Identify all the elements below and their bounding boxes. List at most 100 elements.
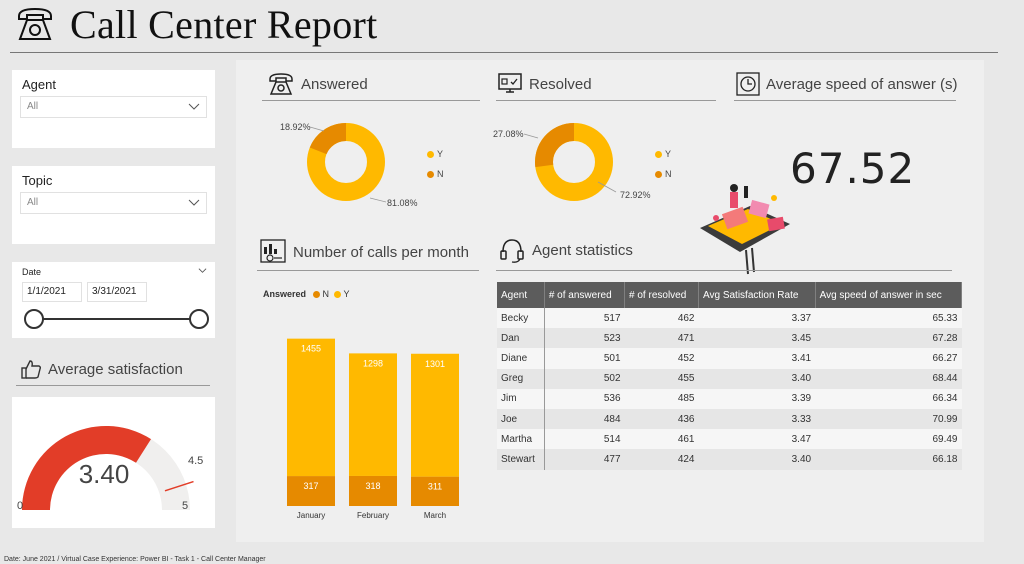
table-cell: 69.49: [815, 429, 962, 450]
bar-label-y-january: 1455: [301, 344, 321, 354]
monitor-check-icon: [498, 73, 522, 93]
topic-dropdown[interactable]: All: [20, 192, 207, 214]
table-cell: 3.41: [698, 348, 816, 369]
bar-label-y-march: 1301: [425, 359, 445, 369]
agent-stats-rule: [496, 270, 952, 271]
satisfaction-gauge-card: 3.40 0 5 4.5: [12, 397, 215, 528]
bar-y-february[interactable]: [349, 353, 397, 476]
resolved-legend-y: Y: [655, 149, 671, 159]
column-header[interactable]: Agent: [497, 282, 545, 308]
column-header[interactable]: Avg Satisfaction Rate: [698, 282, 816, 308]
chevron-down-icon: [188, 199, 200, 206]
answered-pct-small: 18.92%: [280, 122, 311, 132]
gauge-min-label: 0: [17, 500, 24, 512]
gauge-max-label: 5: [182, 500, 189, 512]
page-title: Call Center Report: [70, 1, 378, 47]
resolved-title-text: Resolved: [529, 75, 592, 93]
table-cell: 517: [544, 308, 625, 329]
bar-label-y-february: 1298: [363, 358, 383, 368]
table-cell: 3.45: [698, 328, 816, 349]
footer-note: Date: June 2021 / Virtual Case Experienc…: [4, 556, 266, 563]
thumbs-up-icon: [21, 360, 42, 379]
agent-name-cell: Stewart: [497, 449, 545, 470]
table-row[interactable]: Martha 514 461 3.47 69.49: [497, 429, 962, 450]
table-row[interactable]: Stewart 477 424 3.40 66.18: [497, 449, 962, 470]
speed-rule: [734, 100, 956, 101]
table-cell: 3.40: [698, 449, 816, 470]
table-row[interactable]: Greg 502 455 3.40 68.44: [497, 368, 962, 389]
topic-slicer-label: Topic: [22, 173, 53, 188]
bar-y-january[interactable]: [287, 338, 335, 477]
agent-slicer-label: Agent: [22, 77, 56, 92]
answered-legend-y: Y: [427, 149, 443, 159]
speed-kpi-value: 67.52: [790, 144, 916, 193]
table-cell: 66.18: [815, 449, 962, 470]
call-center-illustration: [700, 184, 790, 275]
table-cell: 462: [624, 308, 699, 329]
speed-title-text: Average speed of answer (s): [766, 75, 958, 93]
table-cell: 70.99: [815, 408, 962, 430]
agent-name-cell: Joe: [497, 408, 545, 430]
table-row[interactable]: Dan 523 471 3.45 67.28: [497, 328, 962, 349]
date-slider-start-handle[interactable]: [24, 309, 44, 329]
start-date-input[interactable]: 1/1/2021: [22, 282, 82, 302]
title-divider: [10, 52, 998, 53]
date-slicer: Date 1/1/2021 3/31/2021: [12, 262, 215, 338]
table-cell: 477: [544, 449, 625, 470]
column-header[interactable]: # of resolved: [624, 282, 699, 308]
resolved-title: Resolved: [497, 72, 592, 96]
table-row[interactable]: Joe 484 436 3.33 70.99: [497, 408, 962, 430]
date-slider-end-handle[interactable]: [189, 309, 209, 329]
agent-name-cell: Dan: [497, 328, 545, 349]
table-row[interactable]: Jim 536 485 3.39 66.34: [497, 388, 962, 409]
table-cell: 3.37: [698, 308, 816, 329]
bar-label-n-march: 311: [428, 482, 442, 492]
agent-slicer: Agent All: [12, 70, 215, 148]
report-header: Call Center Report: [14, 0, 378, 48]
bar-y-march[interactable]: [411, 353, 459, 477]
column-header[interactable]: # of answered: [544, 282, 626, 308]
table-cell: 501: [544, 348, 625, 369]
bar-label-n-january: 317: [303, 481, 318, 491]
answered-rule: [262, 100, 480, 101]
table-cell: 436: [624, 408, 699, 430]
report-magnifier-icon: [260, 239, 286, 263]
agent-stats-table-wrap: Agent # of answered # of resolved Avg Satis…: [497, 282, 963, 470]
table-cell: 536: [544, 388, 625, 409]
agent-name-cell: Becky: [497, 308, 545, 329]
agent-name-cell: Greg: [497, 368, 545, 389]
resolved-legend-n: N: [655, 169, 672, 179]
agent-dropdown[interactable]: All: [20, 96, 207, 118]
end-date-input[interactable]: 3/31/2021: [87, 282, 147, 302]
satisfaction-title: Average satisfaction: [20, 358, 183, 380]
table-cell: 65.33: [815, 308, 962, 329]
column-header[interactable]: Avg speed of answer in sec: [815, 282, 963, 308]
agent-name-cell: Diane: [497, 348, 545, 369]
table-cell: 452: [624, 348, 699, 369]
table-cell: 523: [544, 328, 625, 349]
answered-pct-large: 81.08%: [387, 198, 418, 208]
topic-slicer: Topic All: [12, 166, 215, 244]
table-cell: 502: [544, 368, 625, 389]
chevron-down-icon: [188, 103, 200, 110]
table-cell: 424: [624, 449, 699, 470]
calls-chart-title: Number of calls per month: [259, 238, 469, 266]
gauge-target-label: 4.5: [188, 455, 204, 467]
speed-title: Average speed of answer (s): [736, 72, 958, 96]
satisfaction-title-text: Average satisfaction: [48, 360, 183, 378]
answered-title-text: Answered: [301, 75, 368, 93]
chevron-down-icon[interactable]: [198, 266, 207, 275]
table-row[interactable]: Diane 501 452 3.41 66.27: [497, 348, 962, 369]
calls-bar-chart: 1455 317 January 1298 318 February 1301 311 Marc…: [287, 338, 459, 520]
answered-title: Answered: [267, 70, 368, 98]
table-cell: 3.33: [698, 408, 816, 430]
table-cell: 68.44: [815, 368, 962, 389]
table-cell: 66.34: [815, 388, 962, 409]
table-row[interactable]: Becky 517 462 3.37 65.33: [497, 308, 962, 329]
table-cell: 67.28: [815, 328, 962, 349]
date-slider-track: [34, 318, 199, 320]
agent-stats-title: Agent statistics: [498, 236, 633, 264]
calls-legend-title: Answered: [263, 289, 307, 299]
resolved-rule: [496, 100, 716, 101]
calls-legend-y: Y: [343, 289, 350, 299]
